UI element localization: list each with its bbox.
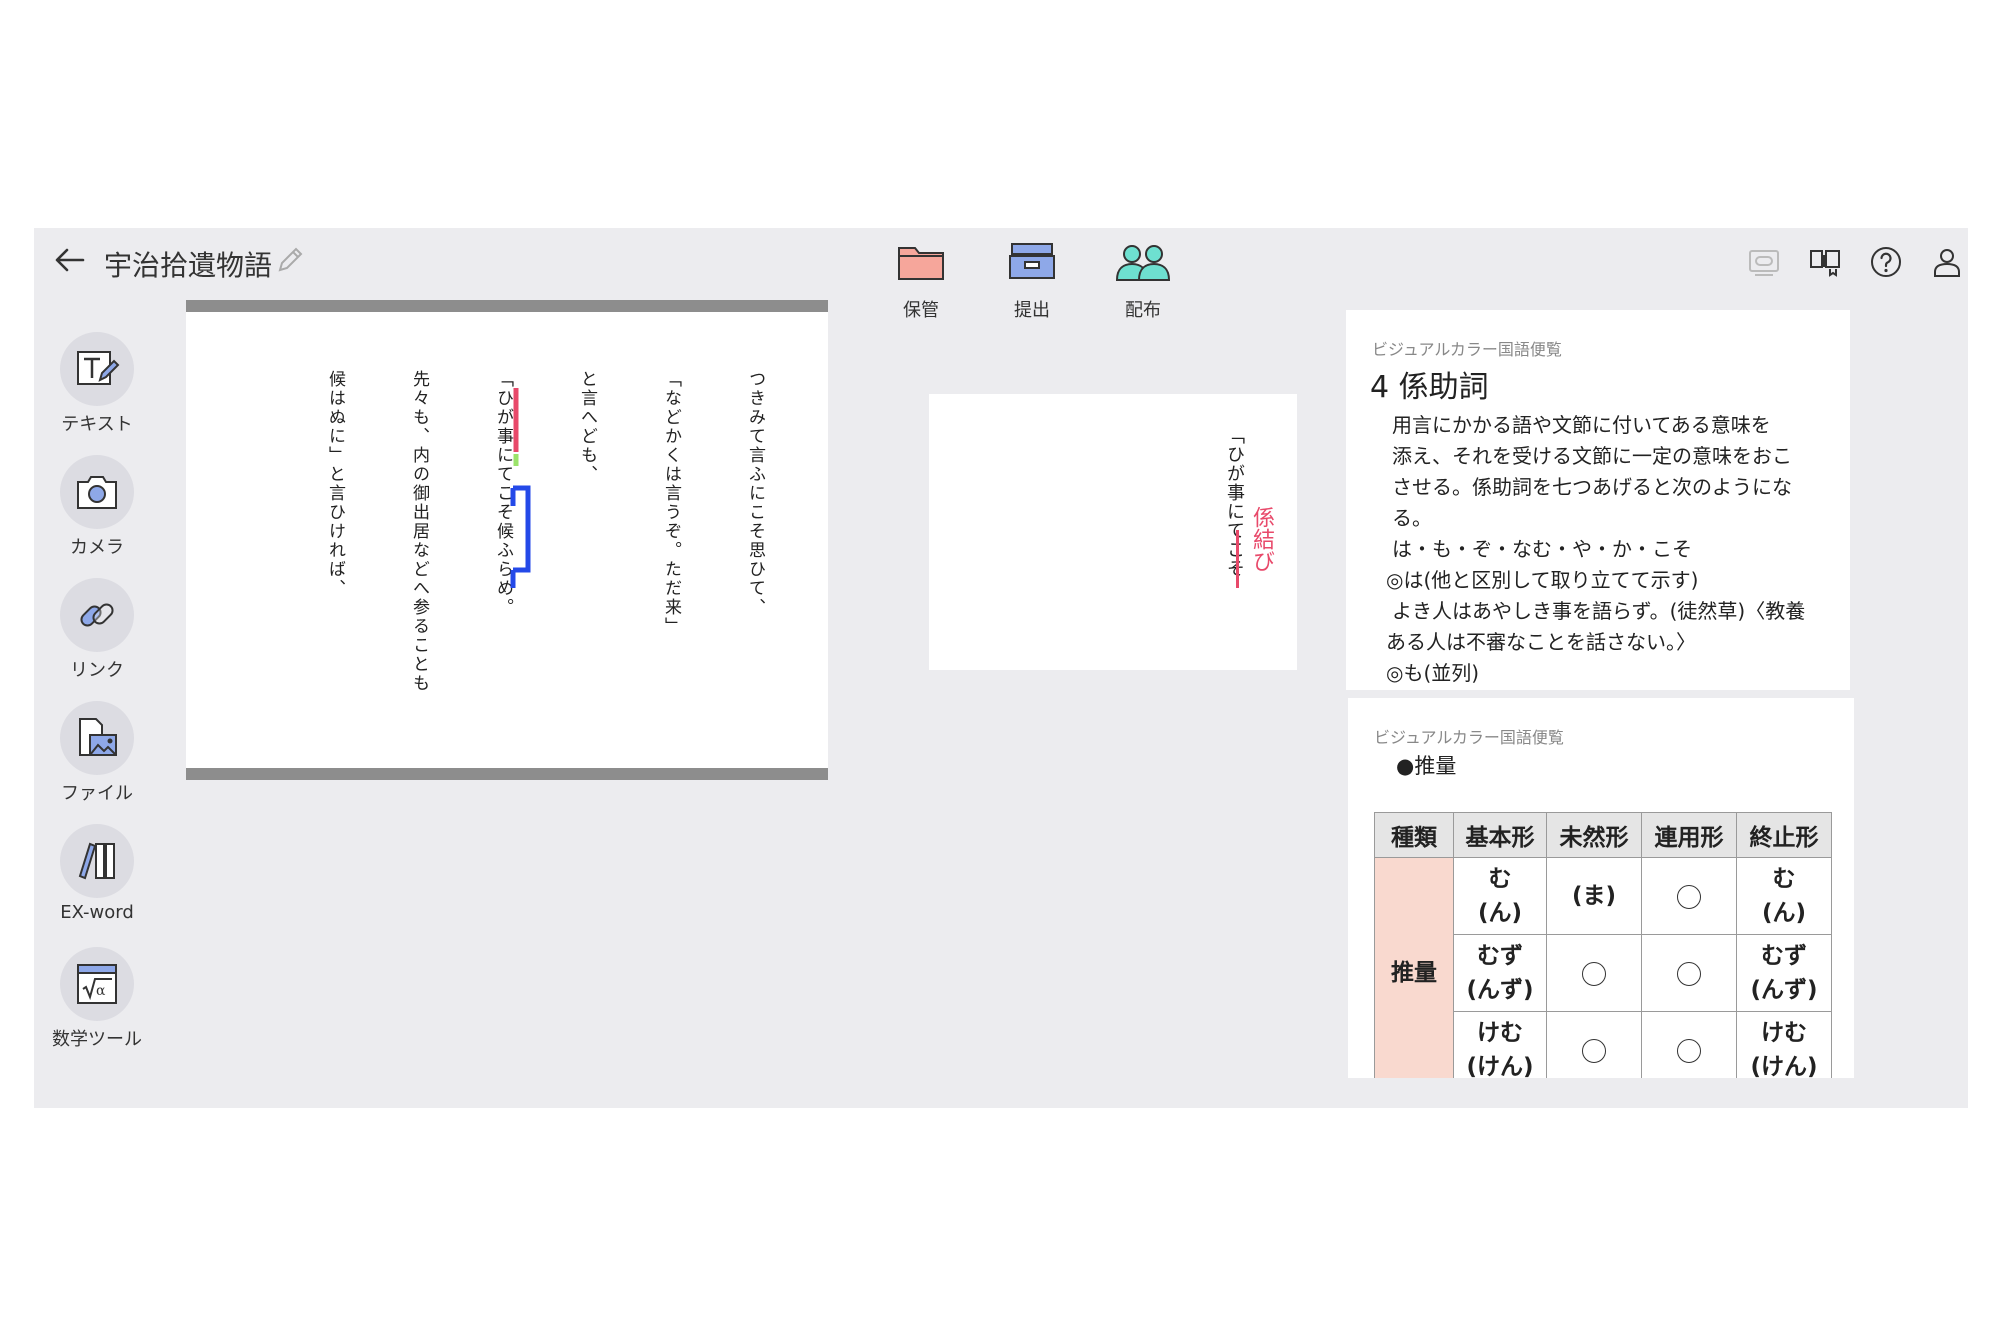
table-cell: けむ (けん) [1736,1011,1832,1078]
back-button[interactable] [48,238,92,282]
blue-bracket [510,485,531,588]
note-card[interactable]: 「ひが事にてこそ 係結び [929,394,1297,670]
table-row: 推量 む (ん) (ま) む (ん) [1374,857,1832,1078]
circle-mark [1677,961,1701,986]
book-view-button[interactable] [1805,242,1845,282]
circle-mark [1582,1038,1606,1063]
text-document[interactable]: つきみて言ふにこそ思ひて、 「などかくは言うぞ。ただ来」 と言へども、 「ひが事… [186,300,828,780]
sidebar-item-file[interactable]: ファイル [50,701,144,805]
file-image-icon [79,718,117,756]
reference-card-kakarijoshi[interactable]: ビジュアルカラー国語便覧 4 係助詞 用言にかかる語や文節に付いてある意味を 添… [1346,310,1850,690]
ref1-line: ある人は不審なことを話さない。〉 [1386,630,1696,654]
circle-mark [1677,1038,1701,1063]
circle-mark [1582,961,1606,986]
table-cell: (ま) [1546,857,1642,935]
sidebar-label-link: リンク [70,660,124,681]
arrow-left-icon [55,248,85,272]
table-cell [1641,1011,1737,1078]
note-red-underline [1236,530,1239,588]
sidebar-label-file: ファイル [61,783,133,804]
ref1-line: よき人はあやしき事を語らず。(徒然草)〈教養 [1392,599,1806,623]
annotation-marks [510,388,531,588]
ref1-source: ビジュアルカラー国語便覧 [1372,340,1562,359]
inbox-tray-icon [1009,243,1055,279]
sidebar-item-text[interactable]: テキスト [50,332,144,436]
ref2-source: ビジュアルカラー国語便覧 [1374,728,1564,747]
sidebar-item-exword[interactable]: EX-word [50,824,144,923]
store-label: 保管 [903,300,939,321]
store-button[interactable]: 保管 [876,238,966,322]
ref1-line: させる。係助詞を七つあげると次のようにな [1392,475,1792,499]
caption-icon [1749,250,1779,276]
table-cell: むず (んず) [1453,934,1547,1012]
sidebar-item-math[interactable]: α 数学ツール [50,947,144,1051]
table-cell: むず (んず) [1736,934,1832,1012]
edit-title-button[interactable] [274,244,306,276]
table-cell [1641,934,1737,1012]
distribute-button[interactable]: 配布 [1098,238,1188,322]
caption-button[interactable] [1744,242,1784,282]
help-button[interactable] [1866,242,1906,282]
camera-icon [77,476,117,509]
table-header-row: 種類 基本形 未然形 連用形 終止形 [1374,812,1832,858]
pencil-icon [278,247,303,272]
circle-mark [1677,884,1701,909]
ref1-line: は・も・ぞ・なむ・や・か・こそ [1392,537,1692,561]
table-cell: けむ (けん) [1453,1011,1547,1078]
note-annotation: 係結び [1249,506,1274,572]
svg-text:α: α [96,983,106,999]
sidebar-label-math: 数学ツール [52,1029,142,1050]
sidebar-label-exword: EX-word [60,902,134,923]
notebook-title: 宇治拾遺物語 [104,249,273,282]
sidebar-label-text: テキスト [61,414,133,435]
ref1-line: る。 [1392,506,1432,530]
conjugation-table: 種類 基本形 未然形 連用形 終止形 推量 む (ん) (ま) む (ん) むず (ん… [1374,812,1832,1078]
users-icon [1115,245,1171,281]
text-edit-icon [77,351,120,385]
account-button[interactable] [1927,242,1967,282]
reference-card-suiryou[interactable]: ビジュアルカラー国語便覧 ●推量 種類 基本形 未然形 連用形 終止形 推量 む… [1348,698,1854,1078]
submit-label: 提出 [1014,300,1050,321]
note-text: 「ひが事にてこそ [1224,426,1245,578]
ref1-line: ◎は(他と区別して取り立てて示す) [1386,568,1699,592]
table-header: 終止形 [1736,812,1832,858]
table-cell: む (ん) [1736,857,1832,935]
table-kind-cell: 推量 [1374,857,1454,1078]
distribute-label: 配布 [1125,300,1161,321]
sidebar-item-link[interactable]: リンク [50,578,144,682]
submit-button[interactable]: 提出 [987,238,1077,322]
folder-icon [898,247,944,280]
math-tool-icon: α [77,964,117,1004]
ref1-heading: 4 係助詞 [1370,370,1489,405]
ref1-line: ◎も(並列) [1386,661,1480,685]
table-cell [1641,857,1737,935]
book-open-icon [1810,250,1840,277]
sidebar-item-camera[interactable]: カメラ [50,455,144,559]
ref1-line: 用言にかかる語や文節に付いてある意味を [1392,413,1771,437]
sidebar-label-camera: カメラ [70,537,124,558]
ref1-line: 添え、それを受ける文節に一定の意味をおこ [1392,444,1792,468]
dictionary-icon [78,842,115,880]
table-cell: む (ん) [1453,857,1547,935]
help-icon [1871,247,1901,277]
user-icon [1934,249,1960,277]
table-header: 未然形 [1546,812,1642,858]
link-icon [80,603,114,627]
table-header: 基本形 [1453,812,1547,858]
table-cell [1546,934,1642,1012]
ref2-subtitle: ●推量 [1396,754,1457,778]
table-cell [1546,1011,1642,1078]
table-header: 種類 [1374,812,1454,858]
table-header: 連用形 [1641,812,1737,858]
app-window: 宇治拾遺物語 保管 提出 配布 テキスト カメラ リンク ファイル EX-wor… [34,228,1968,1108]
ref1-body: 用言にかかる語や文節に付いてある意味を 添え、それを受ける文節に一定の意味をおこ… [1386,410,1828,689]
